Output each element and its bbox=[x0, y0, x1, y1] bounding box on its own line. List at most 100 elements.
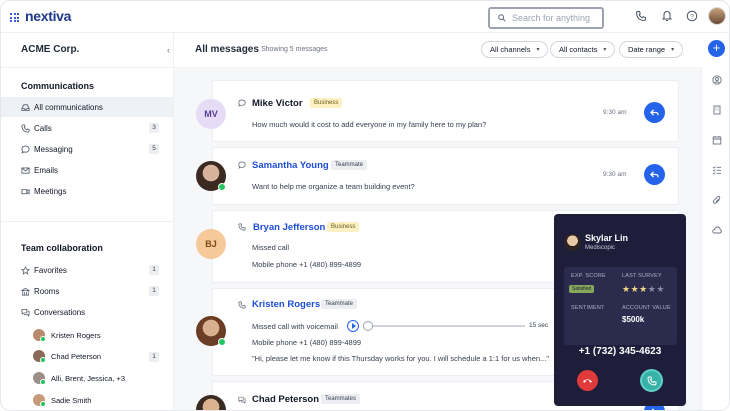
conversation-item[interactable]: Alli, Brent, Jessica, +3 bbox=[33, 369, 125, 387]
phone-number: Mobile phone +1 (480) 899-4899 bbox=[252, 338, 362, 347]
contact-name[interactable]: Mike Victor bbox=[252, 98, 303, 109]
answer-call-button[interactable] bbox=[640, 369, 663, 392]
avatar bbox=[33, 329, 46, 342]
sidebar-item-all-communications[interactable]: All communications bbox=[1, 97, 173, 117]
contacts-filter[interactable]: All contacts ▾ bbox=[550, 41, 616, 58]
contact-avatar: MV bbox=[196, 99, 226, 129]
contact-icon[interactable] bbox=[712, 75, 722, 85]
play-voicemail-button[interactable] bbox=[347, 320, 359, 332]
hang-up-icon bbox=[582, 379, 593, 383]
caller-name: Skylar Lin bbox=[585, 233, 629, 243]
contact-name[interactable]: Bryan Jefferson bbox=[253, 222, 325, 233]
sidebar-item-calls[interactable]: Calls 3 bbox=[1, 118, 173, 138]
app-grid-icon[interactable] bbox=[10, 13, 19, 22]
attachment-icon[interactable] bbox=[712, 195, 722, 205]
contact-avatar: BJ bbox=[196, 229, 226, 259]
conversation-item[interactable]: Chad Peterson bbox=[33, 347, 101, 365]
messaging-count-badge: 5 bbox=[149, 144, 159, 154]
inbox-icon bbox=[21, 103, 30, 111]
phone-icon bbox=[238, 223, 246, 231]
sidebar-item-rooms[interactable]: Rooms 1 bbox=[1, 281, 173, 301]
account-value-label: ACCOUNT VALUE bbox=[622, 305, 671, 311]
conversation-label: Sadie Smith bbox=[51, 395, 92, 405]
new-message-button[interactable]: + bbox=[708, 40, 725, 57]
star-filled-icon: ★ bbox=[639, 284, 648, 294]
main-header: All messages Showing 5 messages All chan… bbox=[174, 33, 701, 67]
sidebar-item-meetings[interactable]: Meetings bbox=[1, 181, 173, 201]
caller-avatar bbox=[564, 234, 581, 251]
phone-number: Mobile phone +1 (480) 899-4899 bbox=[252, 260, 362, 269]
divider bbox=[1, 221, 174, 222]
phone-icon[interactable] bbox=[635, 10, 647, 22]
chevron-down-icon: ▾ bbox=[671, 47, 675, 53]
favorites-count-badge: 1 bbox=[149, 265, 159, 275]
channels-filter[interactable]: All channels ▾ bbox=[481, 41, 549, 58]
business-tag: Business bbox=[327, 222, 360, 232]
bell-icon[interactable] bbox=[661, 10, 673, 22]
filter-label: All channels bbox=[490, 45, 531, 54]
sidebar-item-favorites[interactable]: Favorites 1 bbox=[1, 260, 173, 280]
search-placeholder: Search for anything bbox=[512, 13, 591, 23]
account-value: $500k bbox=[622, 315, 645, 324]
decline-call-button[interactable] bbox=[577, 370, 598, 391]
page-title: All messages bbox=[195, 44, 259, 55]
contact-avatar bbox=[196, 161, 226, 191]
collapse-sidebar-icon[interactable]: ‹ bbox=[167, 45, 170, 55]
email-icon bbox=[21, 167, 30, 174]
sidebar-item-emails[interactable]: Emails bbox=[1, 160, 173, 180]
contact-name[interactable]: Kristen Rogers bbox=[252, 299, 320, 310]
divider bbox=[1, 67, 174, 68]
voicemail-progress-track[interactable] bbox=[363, 325, 525, 327]
reply-icon bbox=[650, 109, 659, 116]
app-window: nextiva Search for anything ? ACME Corp.… bbox=[0, 0, 730, 411]
search-icon bbox=[498, 14, 506, 22]
sidebar-item-messaging[interactable]: Messaging 5 bbox=[1, 139, 173, 159]
conversation-count-badge: 1 bbox=[149, 352, 159, 362]
chat-bubble-icon bbox=[21, 145, 30, 154]
call-status: Missed call bbox=[252, 243, 290, 252]
sentiment-label: SENTIMENT bbox=[571, 305, 605, 311]
phone-icon bbox=[21, 123, 30, 133]
phone-icon bbox=[646, 376, 656, 386]
conversation-label: Kristen Rogers bbox=[51, 330, 101, 340]
video-icon bbox=[21, 188, 30, 194]
chat-bubble-icon bbox=[238, 99, 246, 107]
nextiva-logo[interactable]: nextiva bbox=[25, 8, 71, 24]
reply-button[interactable] bbox=[644, 164, 665, 185]
teammates-tag: Teammates bbox=[321, 394, 361, 404]
sidebar-item-label: Favorites bbox=[34, 265, 67, 275]
calendar-icon[interactable] bbox=[712, 135, 722, 145]
search-input[interactable]: Search for anything bbox=[488, 7, 604, 29]
rooms-count-badge: 1 bbox=[149, 286, 159, 296]
teammate-tag: Teammate bbox=[331, 160, 368, 170]
date-range-filter[interactable]: Date range ▾ bbox=[619, 41, 684, 58]
contact-name[interactable]: Samantha Young bbox=[252, 160, 329, 171]
contact-name[interactable]: Chad Peterson bbox=[252, 394, 319, 405]
star-filled-icon: ★ bbox=[622, 284, 631, 294]
exp-score-label: EXP. SCORE bbox=[571, 273, 606, 279]
voicemail-scrubber[interactable] bbox=[363, 321, 373, 331]
building-icon[interactable] bbox=[712, 105, 722, 115]
sidebar-item-conversations[interactable]: Conversations bbox=[1, 302, 173, 322]
sidebar: ACME Corp. ‹ Communications All communic… bbox=[1, 33, 174, 410]
cloud-icon[interactable] bbox=[712, 225, 722, 235]
group-avatar bbox=[33, 372, 46, 385]
incoming-call-popup: Skylar Lin Mediscopic EXP. SCORE Satisfi… bbox=[554, 214, 686, 406]
conversation-label: Alli, Brent, Jessica, +3 bbox=[51, 373, 125, 383]
message-time: 9:30 am bbox=[603, 171, 627, 178]
sidebar-item-label: Conversations bbox=[34, 307, 86, 317]
contact-avatar bbox=[196, 316, 226, 346]
filter-label: All contacts bbox=[559, 45, 598, 54]
task-list-icon[interactable] bbox=[712, 165, 722, 175]
sidebar-item-label: Messaging bbox=[34, 144, 73, 154]
last-survey-label: LAST SURVEY bbox=[622, 273, 662, 279]
help-icon[interactable]: ? bbox=[686, 10, 698, 22]
sidebar-item-label: Meetings bbox=[34, 186, 67, 196]
conversation-item[interactable]: Kristen Rogers bbox=[33, 326, 101, 344]
sidebar-item-label: Calls bbox=[34, 123, 52, 133]
star-empty-icon: ★ bbox=[656, 284, 665, 294]
reply-icon bbox=[650, 171, 659, 178]
user-avatar[interactable] bbox=[708, 7, 726, 25]
reply-button[interactable] bbox=[644, 102, 665, 123]
conversation-item[interactable]: Sadie Smith bbox=[33, 391, 91, 409]
